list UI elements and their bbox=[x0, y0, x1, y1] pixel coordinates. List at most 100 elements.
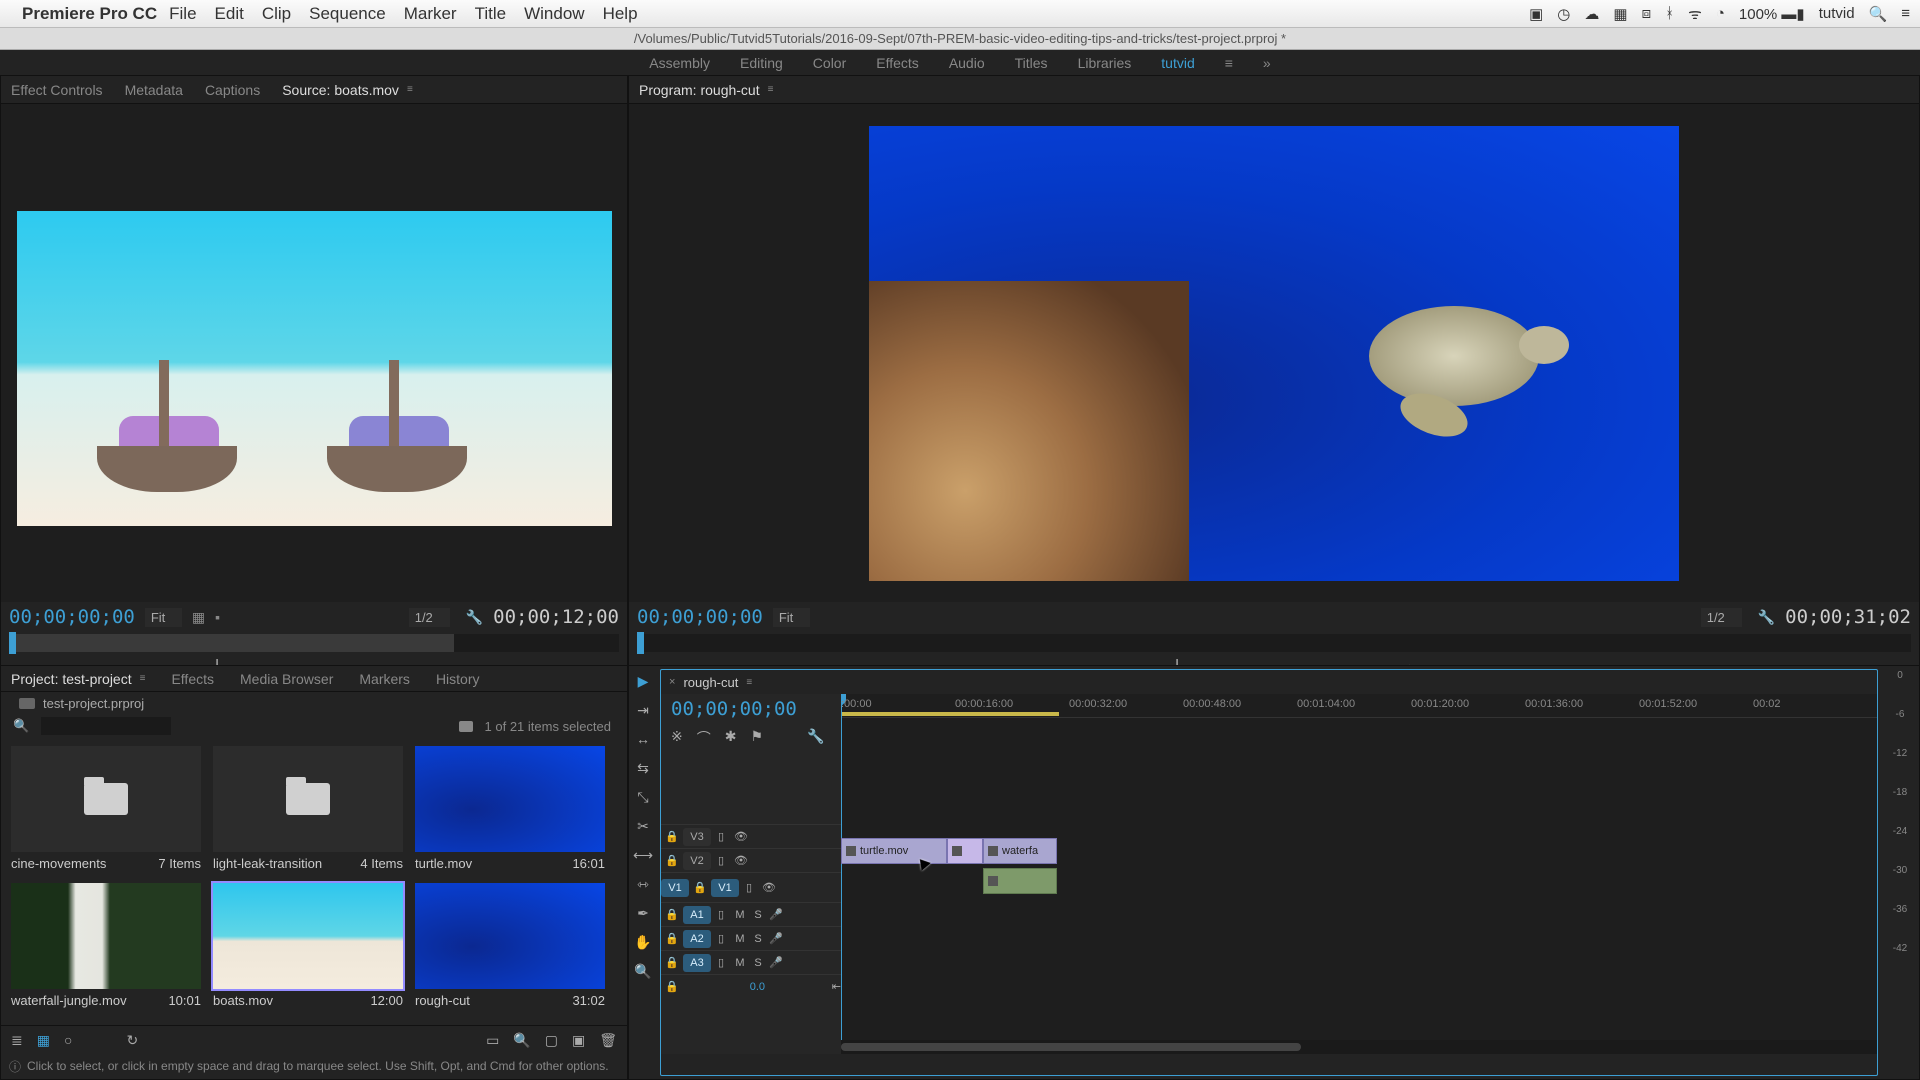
menu-clip[interactable]: Clip bbox=[262, 4, 291, 24]
bin-item[interactable]: rough-cut31:02 bbox=[415, 883, 605, 1008]
ws-titles[interactable]: Titles bbox=[1015, 55, 1048, 71]
wifi-icon[interactable]: ᯤ bbox=[1688, 4, 1702, 24]
clips-area[interactable]: turtle.mov waterfa bbox=[841, 718, 1877, 1054]
program-tab-menu-icon[interactable]: ≡ bbox=[768, 84, 774, 95]
source-settings-icon[interactable]: ▪ bbox=[215, 609, 220, 625]
bluetooth-icon[interactable]: ᚼ bbox=[1665, 5, 1674, 22]
a2-solo-icon[interactable]: S bbox=[749, 933, 767, 945]
menu-sequence[interactable]: Sequence bbox=[309, 4, 386, 24]
tl-link-icon[interactable]: ⌒ bbox=[697, 728, 711, 748]
master-lock-icon[interactable]: 🔒 bbox=[661, 980, 683, 993]
source-wrench-icon[interactable]: 🔧 bbox=[466, 609, 483, 626]
project-tab-menu-icon[interactable]: ≡ bbox=[140, 673, 146, 684]
a2-tag[interactable]: A2 bbox=[683, 930, 711, 948]
ws-color[interactable]: Color bbox=[813, 55, 846, 71]
notification-icon[interactable]: ≡ bbox=[1901, 5, 1910, 22]
tab-media-browser[interactable]: Media Browser bbox=[240, 671, 333, 687]
zoom-slider[interactable]: ↻ bbox=[126, 1032, 138, 1049]
sequence-name[interactable]: rough-cut bbox=[683, 675, 738, 690]
v2-lock-icon[interactable]: 🔒 bbox=[661, 854, 683, 867]
v1-lock-icon[interactable]: 🔒 bbox=[689, 881, 711, 894]
tab-history[interactable]: History bbox=[436, 671, 480, 687]
bin-item[interactable]: boats.mov12:00 bbox=[213, 883, 403, 1008]
timeline-clip[interactable]: waterfa bbox=[983, 838, 1057, 864]
tl-snap-icon[interactable]: ※ bbox=[671, 728, 683, 748]
spotlight-icon[interactable]: 🔍 bbox=[1869, 5, 1888, 23]
tab-source[interactable]: Source: boats.mov bbox=[282, 82, 399, 98]
icon-view-icon[interactable]: ▦ bbox=[37, 1032, 50, 1049]
tab-effect-controls[interactable]: Effect Controls bbox=[11, 82, 103, 98]
ripple-tool-icon[interactable]: ↔ bbox=[634, 730, 652, 748]
rate-stretch-tool-icon[interactable]: ⤡ bbox=[634, 788, 652, 806]
ws-assembly[interactable]: Assembly bbox=[649, 55, 710, 71]
v1-source-tag[interactable]: V1 bbox=[661, 879, 689, 897]
ws-editing[interactable]: Editing bbox=[740, 55, 783, 71]
v3-eye-icon[interactable]: 👁 bbox=[731, 830, 751, 843]
a2-rec-icon[interactable]: 🎤 bbox=[767, 932, 785, 945]
source-monitor-view[interactable] bbox=[1, 104, 627, 602]
timeline-clip[interactable] bbox=[947, 838, 983, 864]
bin-item[interactable]: light-leak-transition4 Items bbox=[213, 746, 403, 871]
program-wrench-icon[interactable]: 🔧 bbox=[1758, 609, 1775, 626]
program-in-timecode[interactable]: 00;00;00;00 bbox=[637, 606, 763, 628]
v1-eye-icon[interactable]: 👁 bbox=[759, 881, 779, 894]
bin-item[interactable]: waterfall-jungle.mov10:01 bbox=[11, 883, 201, 1008]
source-tab-menu-icon[interactable]: ≡ bbox=[407, 84, 413, 95]
ws-effects[interactable]: Effects bbox=[876, 55, 919, 71]
app-name[interactable]: Premiere Pro CC bbox=[22, 4, 157, 24]
clock-icon[interactable]: ◷ bbox=[1557, 5, 1570, 23]
a3-rec-icon[interactable]: 🎤 bbox=[767, 956, 785, 969]
a1-lock-icon[interactable]: 🔒 bbox=[661, 908, 683, 921]
timeline-clip[interactable]: turtle.mov bbox=[841, 838, 947, 864]
bin-item[interactable]: cine-movements7 Items bbox=[11, 746, 201, 871]
program-scrubber[interactable] bbox=[637, 634, 1911, 652]
bin-item[interactable]: turtle.mov16:01 bbox=[415, 746, 605, 871]
v3-sync-icon[interactable]: ▯ bbox=[711, 830, 731, 843]
work-area-bar[interactable] bbox=[841, 712, 1059, 716]
menu-title[interactable]: Title bbox=[475, 4, 507, 24]
zoom-tool-icon[interactable]: 🔍 bbox=[634, 962, 652, 980]
search-icon[interactable]: 🔍 bbox=[13, 718, 29, 734]
new-bin-icon[interactable]: ▢ bbox=[545, 1032, 558, 1049]
timeline-zoom-value[interactable]: 0.0 bbox=[683, 981, 832, 993]
source-zoom-select[interactable]: Fit bbox=[145, 608, 182, 627]
menu-file[interactable]: File bbox=[169, 4, 196, 24]
tab-markers[interactable]: Markers bbox=[359, 671, 410, 687]
v2-sync-icon[interactable]: ▯ bbox=[711, 854, 731, 867]
v3-lock-icon[interactable]: 🔒 bbox=[661, 830, 683, 843]
tl-settings-icon[interactable]: ⚑ bbox=[750, 728, 763, 748]
ws-menu-icon[interactable]: ≡ bbox=[1225, 55, 1233, 71]
a1-rec-icon[interactable]: 🎤 bbox=[767, 908, 785, 921]
tab-project[interactable]: Project: test-project bbox=[11, 671, 132, 687]
slide-tool-icon[interactable]: ⇿ bbox=[634, 875, 652, 893]
timeline-h-scroll[interactable] bbox=[841, 1040, 1877, 1054]
a1-mute-icon[interactable]: M bbox=[731, 909, 749, 921]
a3-tag[interactable]: A3 bbox=[683, 954, 711, 972]
timeline-tracks-area[interactable]: :00:0000:00:16:0000:00:32:0000:00:48:000… bbox=[841, 694, 1877, 1054]
tab-program[interactable]: Program: rough-cut bbox=[639, 82, 760, 98]
project-search-input[interactable] bbox=[41, 717, 171, 735]
a3-solo-icon[interactable]: S bbox=[749, 957, 767, 969]
rolling-tool-icon[interactable]: ⇆ bbox=[634, 759, 652, 777]
a3-lock-icon[interactable]: 🔒 bbox=[661, 956, 683, 969]
project-nav-icon[interactable] bbox=[459, 721, 473, 732]
screencast-icon[interactable]: ▣ bbox=[1529, 5, 1543, 23]
battery-status[interactable]: 100% ▬▮ bbox=[1739, 5, 1805, 23]
a1-solo-icon[interactable]: S bbox=[749, 909, 767, 921]
timeline-ruler[interactable]: :00:0000:00:16:0000:00:32:0000:00:48:000… bbox=[841, 694, 1877, 718]
new-item-icon[interactable]: ▣ bbox=[572, 1032, 585, 1049]
v2-eye-icon[interactable]: 👁 bbox=[731, 854, 751, 867]
auto-seq-icon[interactable]: ▭ bbox=[486, 1032, 499, 1049]
dropbox-icon[interactable]: ⧈ bbox=[1642, 5, 1652, 22]
cc-app-icon[interactable]: ▦ bbox=[1613, 5, 1627, 23]
timeline-timecode[interactable]: 00;00;00;00 bbox=[661, 694, 841, 724]
tab-effects[interactable]: Effects bbox=[171, 671, 214, 687]
cc-sync-icon[interactable]: ☁ bbox=[1584, 5, 1599, 23]
delete-icon[interactable]: 🗑 bbox=[599, 1032, 617, 1049]
a1-sync-icon[interactable]: ▯ bbox=[711, 908, 731, 921]
pen-tool-icon[interactable]: ✒ bbox=[634, 904, 652, 922]
program-zoom-select[interactable]: Fit bbox=[773, 608, 810, 627]
timeline-clip[interactable] bbox=[983, 868, 1057, 894]
menu-marker[interactable]: Marker bbox=[404, 4, 457, 24]
sequence-menu-icon[interactable]: ≡ bbox=[746, 677, 752, 688]
